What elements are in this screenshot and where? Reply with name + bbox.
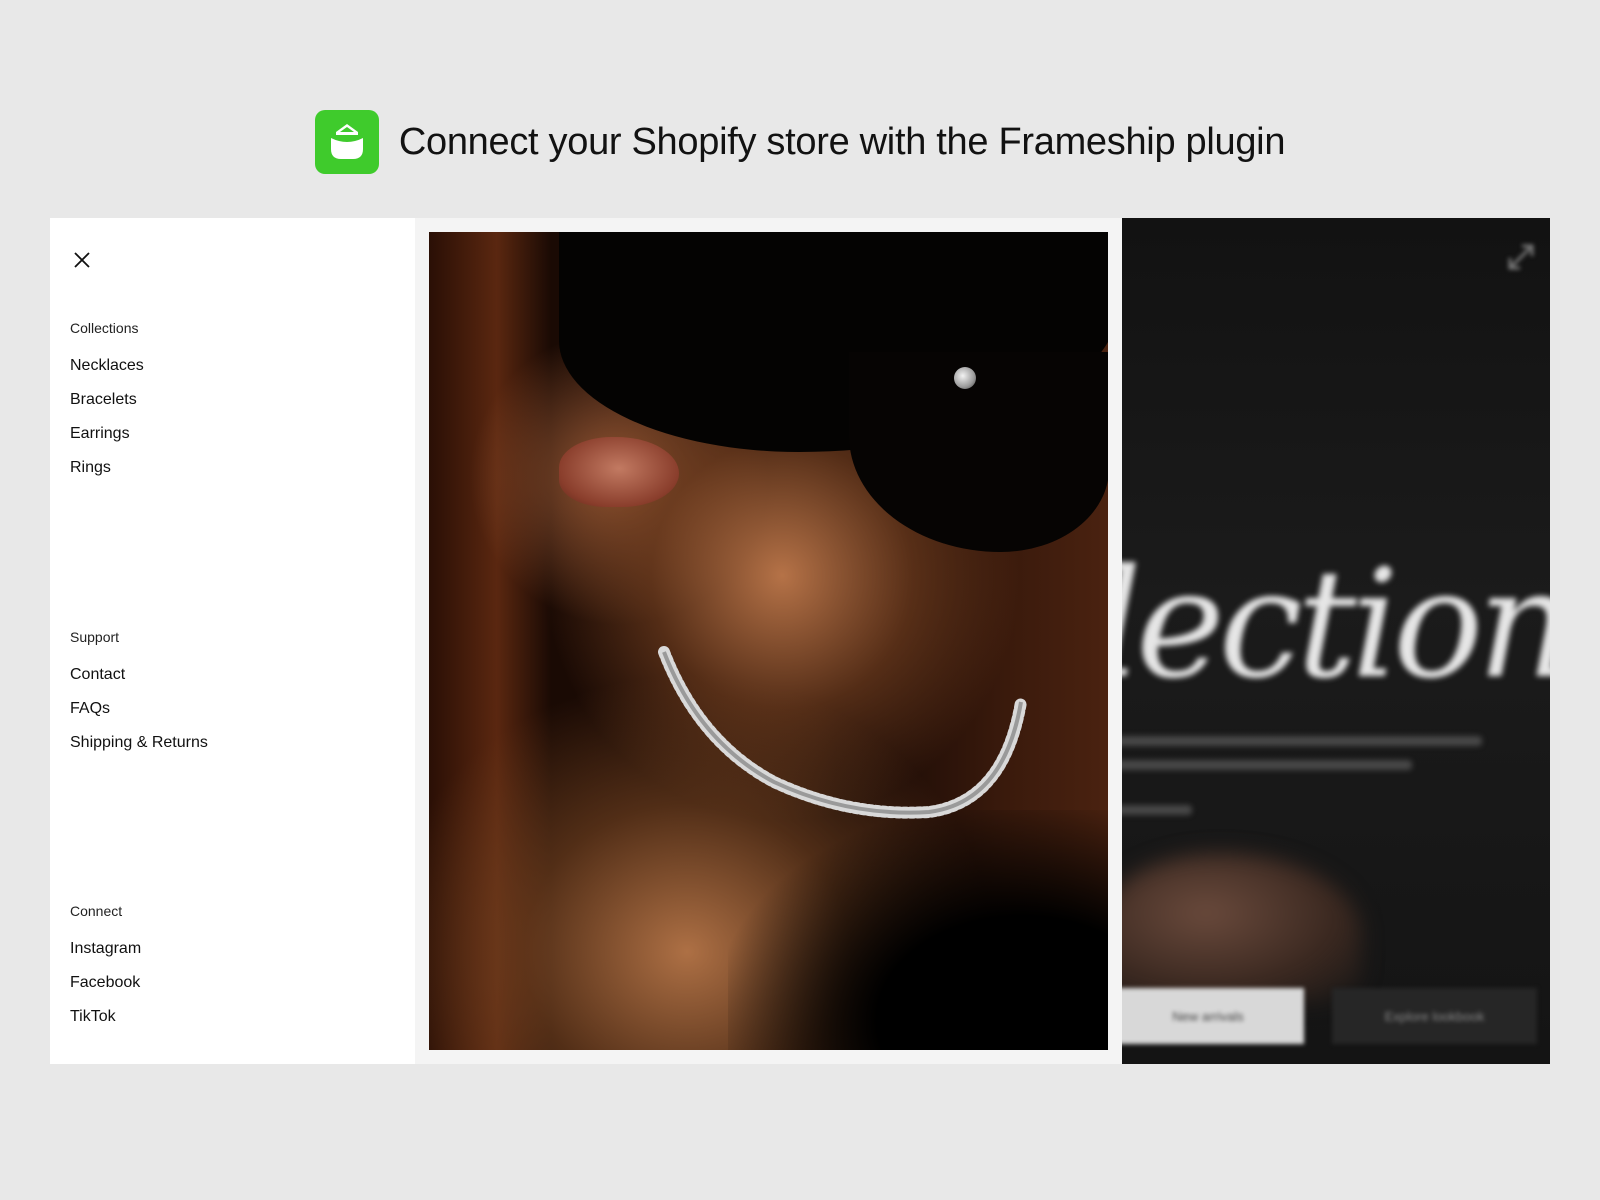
- blurred-text-line: [1122, 760, 1412, 770]
- page-header: Connect your Shopify store with the Fram…: [0, 110, 1600, 174]
- expand-icon: [1504, 240, 1538, 274]
- blurred-product-image: [1122, 853, 1362, 1003]
- close-icon[interactable]: [70, 248, 94, 272]
- menu-link-faqs[interactable]: FAQs: [70, 700, 208, 734]
- menu-link-rings[interactable]: Rings: [70, 459, 144, 493]
- blurred-link-line: [1122, 805, 1192, 815]
- page-title: Connect your Shopify store with the Fram…: [398, 120, 1286, 163]
- menu-link-necklaces[interactable]: Necklaces: [70, 357, 144, 391]
- navigation-drawer: Collections Necklaces Bracelets Earrings…: [50, 218, 415, 1064]
- blurred-secondary-button: Explore lookbook: [1332, 988, 1537, 1044]
- menu-link-facebook[interactable]: Facebook: [70, 974, 141, 1008]
- menu-link-earrings[interactable]: Earrings: [70, 425, 144, 459]
- menu-link-shipping-returns[interactable]: Shipping & Returns: [70, 734, 208, 768]
- section-label-collections: Collections: [70, 320, 139, 336]
- shopify-bag-icon: [314, 110, 379, 174]
- menu-link-contact[interactable]: Contact: [70, 666, 208, 700]
- menu-link-tiktok[interactable]: TikTok: [70, 1008, 141, 1042]
- blurred-collection-title: llection: [1122, 538, 1550, 712]
- section-label-connect: Connect: [70, 903, 123, 919]
- section-label-support: Support: [70, 629, 120, 645]
- mobile-store-preview: llection New arrivals Explore lookbook: [1122, 218, 1550, 1064]
- store-preview-stage: Collections Necklaces Bracelets Earrings…: [50, 218, 1550, 1064]
- support-section: Support Contact FAQs Shipping & Returns: [70, 629, 208, 768]
- menu-link-instagram[interactable]: Instagram: [70, 940, 141, 974]
- menu-link-bracelets[interactable]: Bracelets: [70, 391, 144, 425]
- blurred-text-line: [1122, 736, 1482, 746]
- necklace-model-photo: [429, 232, 1108, 1050]
- connect-section: Connect Instagram Facebook TikTok: [70, 903, 141, 1042]
- blurred-primary-button: New arrivals: [1122, 988, 1304, 1044]
- collections-section: Collections Necklaces Bracelets Earrings…: [70, 320, 144, 493]
- necklace-image: [658, 646, 1027, 819]
